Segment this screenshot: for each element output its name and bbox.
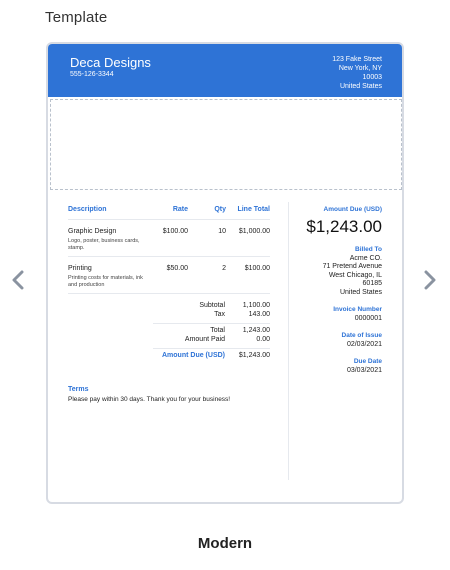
- totals-section: Subtotal 1,100.00 Tax 143.00 Total 1,243…: [153, 302, 270, 361]
- billed-to-line: 71 Pretend Avenue: [322, 263, 382, 270]
- billed-to-label: Billed To: [355, 246, 382, 253]
- previous-template-button[interactable]: [6, 268, 30, 292]
- item-description: Graphic Design Logo, poster, business ca…: [68, 228, 148, 256]
- chevron-right-icon: [424, 270, 436, 290]
- invoice-header: Deca Designs 555-126-3344 123 Fake Stree…: [48, 44, 402, 97]
- amount-paid-row: Amount Paid 0.00: [153, 336, 270, 345]
- tax-label: Tax: [214, 311, 225, 318]
- table-row: Graphic Design Logo, poster, business ca…: [68, 220, 270, 257]
- company-name: Deca Designs: [70, 55, 151, 70]
- invoice-number-value: 0000001: [354, 314, 382, 322]
- due-date-block: Due Date 03/03/2021: [282, 358, 382, 375]
- item-qty: 10: [218, 228, 226, 235]
- subtotal-value: 1,100.00: [242, 302, 270, 309]
- item-name: Printing: [68, 265, 92, 272]
- item-total: $100.00: [244, 265, 270, 272]
- billed-to-line: United States: [339, 288, 382, 296]
- chevron-left-icon: [12, 270, 24, 290]
- amount-paid-label: Amount Paid: [184, 336, 225, 343]
- header-rate: Rate: [172, 206, 188, 213]
- tax-row: Tax 143.00: [153, 311, 270, 320]
- header-qty: Qty: [214, 206, 226, 213]
- item-description: Printing Printing costs for materials, i…: [68, 265, 148, 293]
- totals-divider: [153, 348, 270, 349]
- totals-divider: [153, 323, 270, 324]
- due-date-label: Due Date: [353, 358, 382, 365]
- amount-due-summary-value: $1,243.00: [306, 217, 382, 236]
- address-line: 123 Fake Street: [332, 56, 382, 63]
- due-date-value: 03/03/2021: [346, 366, 382, 374]
- item-name: Graphic Design: [68, 228, 117, 235]
- line-items-table: Description Rate Qty Line Total Graphic …: [68, 206, 270, 294]
- invoice-number-label: Invoice Number: [333, 306, 382, 313]
- table-row: Printing Printing costs for materials, i…: [68, 257, 270, 294]
- item-rate: $50.00: [166, 265, 188, 272]
- address-line: New York, NY: [338, 65, 382, 72]
- amount-paid-value: 0.00: [256, 336, 270, 343]
- invoice-summary-panel: Amount Due (USD) $1,243.00 Billed To Acm…: [282, 206, 382, 375]
- terms-text: Please pay within 30 days. Thank you for…: [68, 396, 231, 403]
- address-line: 10003: [362, 74, 382, 81]
- billed-to-line: West Chicago, IL: [328, 271, 382, 279]
- item-note: Logo, poster, business cards, stamp.: [68, 238, 140, 251]
- billed-to-block: Billed To Acme CO. 71 Pretend Avenue Wes…: [282, 246, 382, 297]
- issue-date-value: 02/03/2021: [346, 340, 382, 348]
- total-value: 1,243.00: [242, 327, 270, 334]
- amount-due-label: Amount Due (USD): [162, 352, 225, 359]
- issue-date-label: Date of Issue: [341, 332, 382, 339]
- item-qty: 2: [222, 265, 226, 272]
- issue-date-block: Date of Issue 02/03/2021: [282, 332, 382, 349]
- tax-value: 143.00: [248, 311, 270, 318]
- address-line: United States: [339, 83, 382, 90]
- subtotal-label: Subtotal: [199, 302, 225, 309]
- billed-to-line: 60185: [362, 280, 382, 287]
- total-row: Total 1,243.00: [153, 327, 270, 336]
- item-total: $1,000.00: [238, 228, 270, 235]
- amount-due-summary-label: Amount Due (USD): [323, 206, 383, 213]
- billed-to-line: Acme CO.: [349, 254, 382, 262]
- header-description: Description: [68, 206, 107, 213]
- total-label: Total: [210, 327, 225, 334]
- section-title: Template: [45, 9, 108, 26]
- amount-due-value: $1,243.00: [238, 352, 270, 359]
- item-note: Printing costs for materials, ink and pr…: [68, 275, 143, 288]
- header-line-total: Line Total: [237, 206, 270, 213]
- logo-placeholder[interactable]: [50, 99, 402, 190]
- next-template-button[interactable]: [418, 268, 442, 292]
- terms-title: Terms: [68, 386, 89, 393]
- subtotal-row: Subtotal 1,100.00: [153, 302, 270, 311]
- company-phone: 555-126-3344: [70, 71, 114, 78]
- invoice-number-block: Invoice Number 0000001: [282, 306, 382, 323]
- amount-due-row: Amount Due (USD) $1,243.00: [153, 352, 270, 361]
- item-rate: $100.00: [162, 228, 188, 235]
- company-address: 123 Fake Street New York, NY 10003 Unite…: [332, 55, 382, 91]
- invoice-template-card[interactable]: Deca Designs 555-126-3344 123 Fake Stree…: [46, 42, 404, 504]
- table-header-row: Description Rate Qty Line Total: [68, 206, 270, 220]
- template-name: Modern: [197, 535, 253, 552]
